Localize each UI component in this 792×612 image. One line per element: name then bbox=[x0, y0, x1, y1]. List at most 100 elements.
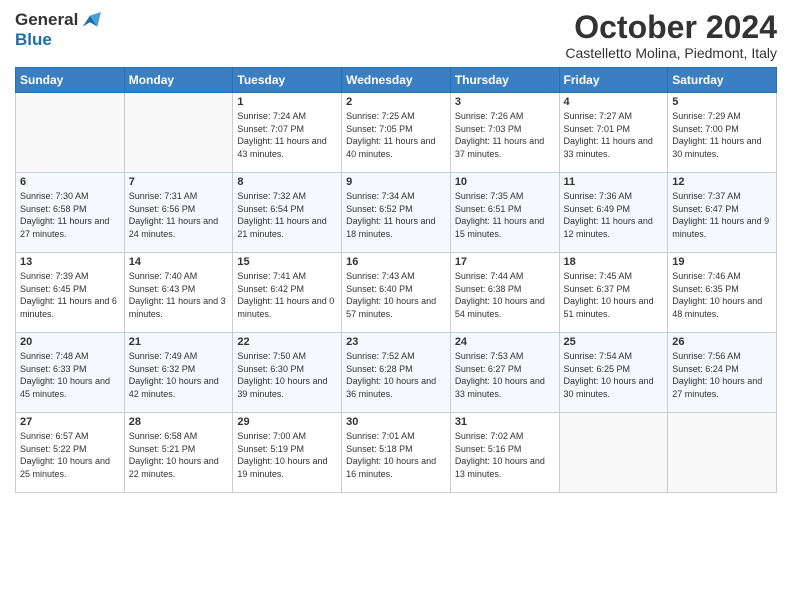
day-cell: 24 Sunrise: 7:53 AM Sunset: 6:27 PM Dayli… bbox=[450, 333, 559, 413]
day-info: Sunrise: 7:26 AM Sunset: 7:03 PM Dayligh… bbox=[455, 110, 555, 160]
day-cell: 4 Sunrise: 7:27 AM Sunset: 7:01 PM Daylig… bbox=[559, 93, 668, 173]
day-info: Sunrise: 7:37 AM Sunset: 6:47 PM Dayligh… bbox=[672, 190, 772, 240]
day-number: 1 bbox=[237, 96, 337, 108]
day-cell: 17 Sunrise: 7:44 AM Sunset: 6:38 PM Dayli… bbox=[450, 253, 559, 333]
day-cell: 3 Sunrise: 7:26 AM Sunset: 7:03 PM Daylig… bbox=[450, 93, 559, 173]
col-header-sunday: Sunday bbox=[16, 68, 125, 93]
day-number: 19 bbox=[672, 256, 772, 268]
day-cell: 20 Sunrise: 7:48 AM Sunset: 6:33 PM Dayli… bbox=[16, 333, 125, 413]
col-header-wednesday: Wednesday bbox=[342, 68, 451, 93]
header: General Blue October 2024 Castelletto Mo… bbox=[15, 10, 777, 61]
day-number: 2 bbox=[346, 96, 446, 108]
day-info: Sunrise: 7:40 AM Sunset: 6:43 PM Dayligh… bbox=[129, 270, 229, 320]
day-cell: 31 Sunrise: 7:02 AM Sunset: 5:16 PM Dayli… bbox=[450, 413, 559, 493]
day-number: 6 bbox=[20, 176, 120, 188]
day-info: Sunrise: 7:44 AM Sunset: 6:38 PM Dayligh… bbox=[455, 270, 555, 320]
month-title: October 2024 bbox=[565, 10, 777, 45]
logo-blue: Blue bbox=[15, 30, 102, 50]
day-number: 17 bbox=[455, 256, 555, 268]
day-number: 16 bbox=[346, 256, 446, 268]
day-number: 8 bbox=[237, 176, 337, 188]
day-cell: 8Sunrise: 7:32 AM Sunset: 6:54 PM Daylig… bbox=[233, 173, 342, 253]
col-header-friday: Friday bbox=[559, 68, 668, 93]
day-cell: 28 Sunrise: 6:58 AM Sunset: 5:21 PM Dayli… bbox=[124, 413, 233, 493]
day-number: 9 bbox=[346, 176, 446, 188]
day-cell: 25 Sunrise: 7:54 AM Sunset: 6:25 PM Dayli… bbox=[559, 333, 668, 413]
day-cell: 19 Sunrise: 7:46 AM Sunset: 6:35 PM Dayli… bbox=[668, 253, 777, 333]
day-number: 26 bbox=[672, 336, 772, 348]
day-number: 20 bbox=[20, 336, 120, 348]
day-info: Sunrise: 7:53 AM Sunset: 6:27 PM Dayligh… bbox=[455, 350, 555, 400]
day-number: 5 bbox=[672, 96, 772, 108]
day-cell: 18 Sunrise: 7:45 AM Sunset: 6:37 PM Dayli… bbox=[559, 253, 668, 333]
day-cell: 12Sunrise: 7:37 AM Sunset: 6:47 PM Dayli… bbox=[668, 173, 777, 253]
page: General Blue October 2024 Castelletto Mo… bbox=[0, 0, 792, 503]
day-info: Sunrise: 7:25 AM Sunset: 7:05 PM Dayligh… bbox=[346, 110, 446, 160]
day-cell: 10 Sunrise: 7:35 AM Sunset: 6:51 PM Dayli… bbox=[450, 173, 559, 253]
day-number: 4 bbox=[564, 96, 664, 108]
day-cell: 27 Sunrise: 6:57 AM Sunset: 5:22 PM Dayli… bbox=[16, 413, 125, 493]
day-info: Sunrise: 7:41 AM Sunset: 6:42 PM Dayligh… bbox=[237, 270, 337, 320]
day-info: Sunrise: 7:29 AM Sunset: 7:00 PM Dayligh… bbox=[672, 110, 772, 160]
day-info: Sunrise: 7:01 AM Sunset: 5:18 PM Dayligh… bbox=[346, 430, 446, 480]
day-cell bbox=[124, 93, 233, 173]
day-info: Sunrise: 7:27 AM Sunset: 7:01 PM Dayligh… bbox=[564, 110, 664, 160]
day-cell: 6Sunrise: 7:30 AM Sunset: 6:58 PM Daylig… bbox=[16, 173, 125, 253]
day-info: Sunrise: 7:31 AM Sunset: 6:56 PM Dayligh… bbox=[129, 190, 229, 240]
day-info: Sunrise: 7:00 AM Sunset: 5:19 PM Dayligh… bbox=[237, 430, 337, 480]
day-cell bbox=[559, 413, 668, 493]
day-info: Sunrise: 6:57 AM Sunset: 5:22 PM Dayligh… bbox=[20, 430, 120, 480]
day-cell: 16 Sunrise: 7:43 AM Sunset: 6:40 PM Dayli… bbox=[342, 253, 451, 333]
day-number: 10 bbox=[455, 176, 555, 188]
day-number: 22 bbox=[237, 336, 337, 348]
col-header-thursday: Thursday bbox=[450, 68, 559, 93]
logo: General Blue bbox=[15, 10, 102, 49]
col-header-saturday: Saturday bbox=[668, 68, 777, 93]
day-number: 7 bbox=[129, 176, 229, 188]
day-cell: 22 Sunrise: 7:50 AM Sunset: 6:30 PM Dayli… bbox=[233, 333, 342, 413]
day-number: 25 bbox=[564, 336, 664, 348]
day-info: Sunrise: 7:48 AM Sunset: 6:33 PM Dayligh… bbox=[20, 350, 120, 400]
week-row-3: 20 Sunrise: 7:48 AM Sunset: 6:33 PM Dayli… bbox=[16, 333, 777, 413]
day-info: Sunrise: 7:46 AM Sunset: 6:35 PM Dayligh… bbox=[672, 270, 772, 320]
day-info: Sunrise: 7:54 AM Sunset: 6:25 PM Dayligh… bbox=[564, 350, 664, 400]
logo-general: General bbox=[15, 10, 78, 29]
day-cell: 13 Sunrise: 7:39 AM Sunset: 6:45 PM Dayli… bbox=[16, 253, 125, 333]
day-cell: 23Sunrise: 7:52 AM Sunset: 6:28 PM Dayli… bbox=[342, 333, 451, 413]
day-number: 18 bbox=[564, 256, 664, 268]
col-header-tuesday: Tuesday bbox=[233, 68, 342, 93]
day-number: 3 bbox=[455, 96, 555, 108]
logo-bird-icon bbox=[79, 12, 101, 30]
day-number: 29 bbox=[237, 416, 337, 428]
day-cell: 15 Sunrise: 7:41 AM Sunset: 6:42 PM Dayli… bbox=[233, 253, 342, 333]
day-number: 27 bbox=[20, 416, 120, 428]
day-number: 24 bbox=[455, 336, 555, 348]
day-info: Sunrise: 6:58 AM Sunset: 5:21 PM Dayligh… bbox=[129, 430, 229, 480]
day-cell: 5 Sunrise: 7:29 AM Sunset: 7:00 PM Daylig… bbox=[668, 93, 777, 173]
day-info: Sunrise: 7:43 AM Sunset: 6:40 PM Dayligh… bbox=[346, 270, 446, 320]
day-number: 28 bbox=[129, 416, 229, 428]
day-number: 30 bbox=[346, 416, 446, 428]
day-cell: 11Sunrise: 7:36 AM Sunset: 6:49 PM Dayli… bbox=[559, 173, 668, 253]
location: Castelletto Molina, Piedmont, Italy bbox=[565, 45, 777, 61]
header-row: SundayMondayTuesdayWednesdayThursdayFrid… bbox=[16, 68, 777, 93]
day-cell: 29 Sunrise: 7:00 AM Sunset: 5:19 PM Dayli… bbox=[233, 413, 342, 493]
day-info: Sunrise: 7:34 AM Sunset: 6:52 PM Dayligh… bbox=[346, 190, 446, 240]
day-number: 15 bbox=[237, 256, 337, 268]
col-header-monday: Monday bbox=[124, 68, 233, 93]
day-cell: 14 Sunrise: 7:40 AM Sunset: 6:43 PM Dayli… bbox=[124, 253, 233, 333]
day-info: Sunrise: 7:56 AM Sunset: 6:24 PM Dayligh… bbox=[672, 350, 772, 400]
day-info: Sunrise: 7:50 AM Sunset: 6:30 PM Dayligh… bbox=[237, 350, 337, 400]
calendar-table: SundayMondayTuesdayWednesdayThursdayFrid… bbox=[15, 67, 777, 493]
day-number: 14 bbox=[129, 256, 229, 268]
day-cell: 9 Sunrise: 7:34 AM Sunset: 6:52 PM Daylig… bbox=[342, 173, 451, 253]
day-number: 31 bbox=[455, 416, 555, 428]
day-info: Sunrise: 7:35 AM Sunset: 6:51 PM Dayligh… bbox=[455, 190, 555, 240]
week-row-0: 1Sunrise: 7:24 AM Sunset: 7:07 PM Daylig… bbox=[16, 93, 777, 173]
day-info: Sunrise: 7:45 AM Sunset: 6:37 PM Dayligh… bbox=[564, 270, 664, 320]
day-info: Sunrise: 7:39 AM Sunset: 6:45 PM Dayligh… bbox=[20, 270, 120, 320]
day-number: 21 bbox=[129, 336, 229, 348]
day-number: 13 bbox=[20, 256, 120, 268]
day-cell: 30 Sunrise: 7:01 AM Sunset: 5:18 PM Dayli… bbox=[342, 413, 451, 493]
day-info: Sunrise: 7:02 AM Sunset: 5:16 PM Dayligh… bbox=[455, 430, 555, 480]
